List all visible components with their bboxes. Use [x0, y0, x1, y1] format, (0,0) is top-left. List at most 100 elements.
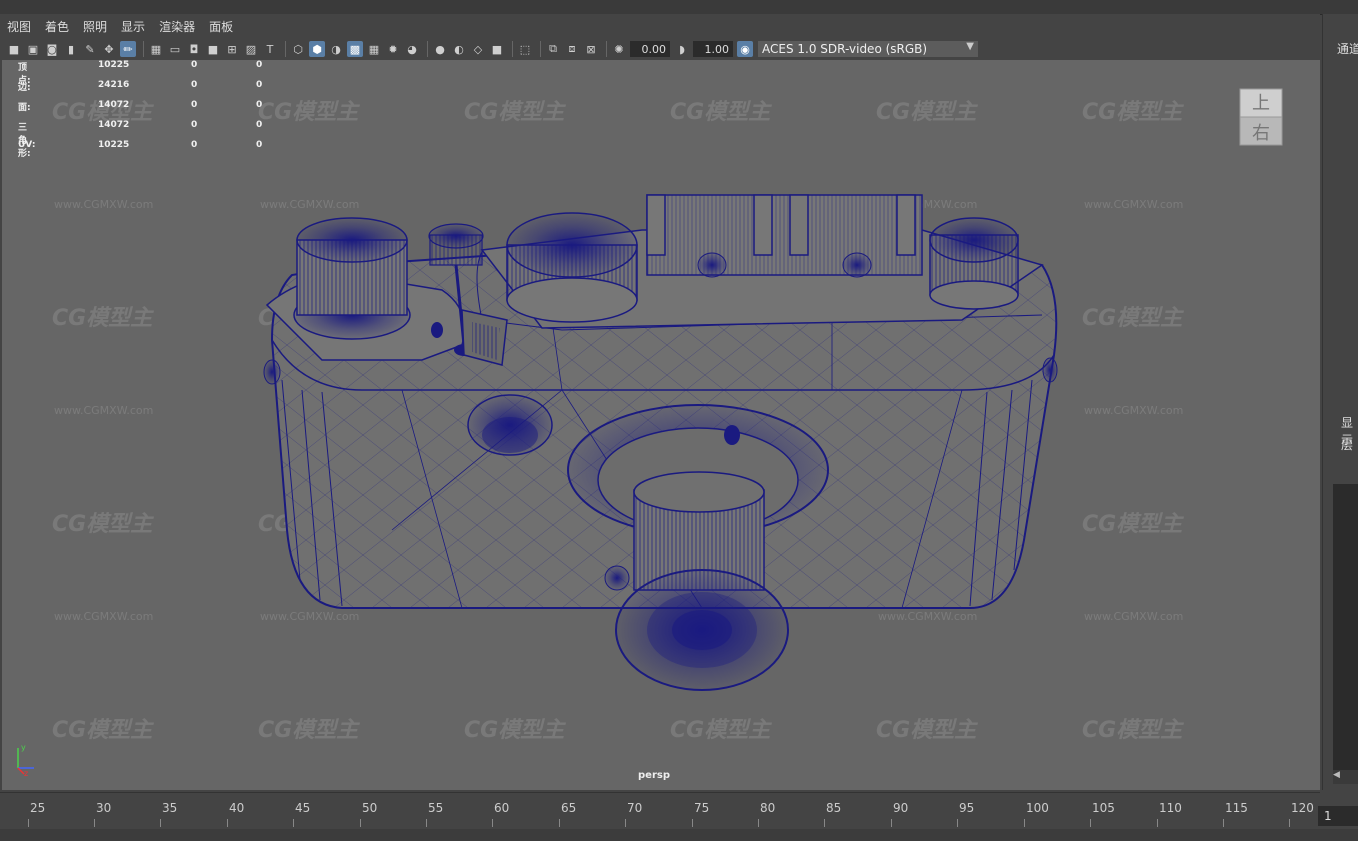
gate-mask-icon[interactable]: ■ [205, 41, 221, 57]
frame-tick [1024, 819, 1025, 827]
menu-shading[interactable]: 着色 [38, 18, 76, 35]
current-frame-field[interactable]: 1 [1318, 806, 1358, 826]
frame-tick-label: 110 [1159, 801, 1182, 815]
xray-joints-icon[interactable]: ⧈ [564, 41, 580, 57]
channel-box-title[interactable]: 通道 [1337, 40, 1358, 57]
bookmark-icon[interactable]: ◙ [44, 41, 60, 57]
panel-scrollbar[interactable]: ◀ [1333, 770, 1358, 784]
frame-tick-label: 40 [229, 801, 245, 815]
view-cube-top-label: 上 [1252, 93, 1270, 114]
frame-tick [1289, 819, 1290, 827]
wireframe-icon[interactable]: ⬡ [290, 41, 306, 57]
safe-action-icon[interactable]: ▨ [243, 41, 259, 57]
center-dial [506, 212, 638, 323]
frame-tick-label: 45 [295, 801, 311, 815]
exposure-icon[interactable]: ✺ [611, 41, 627, 57]
field-chart-icon[interactable]: ⊞ [224, 41, 240, 57]
exposure-field[interactable]: 0.00 [630, 41, 670, 57]
toolbar-divider [606, 41, 607, 57]
svg-text:y: y [21, 743, 26, 752]
frame-tick [293, 819, 294, 827]
gamma-field[interactable]: 1.00 [693, 41, 733, 57]
frame-tick [426, 819, 427, 827]
frame-tick [160, 819, 161, 827]
anti-alias-icon[interactable]: ◇ [470, 41, 486, 57]
frame-tick-label: 65 [561, 801, 577, 815]
frame-tick-label: 95 [959, 801, 975, 815]
xray-components-icon[interactable]: ⊠ [583, 41, 599, 57]
frame-tick [625, 819, 626, 827]
frame-tick-label: 105 [1092, 801, 1115, 815]
color-management-icon[interactable]: ◉ [737, 41, 753, 57]
frame-tick [559, 819, 560, 827]
layer-tab[interactable]: 层 [1341, 436, 1353, 453]
toolbar-divider [512, 41, 513, 57]
film-gate-icon[interactable]: ▭ [167, 41, 183, 57]
right-dial [929, 217, 1019, 310]
menu-lighting[interactable]: 照明 [76, 18, 114, 35]
viewfinder-window [461, 309, 508, 366]
frame-tick-label: 120 [1291, 801, 1314, 815]
resolution-gate-icon[interactable]: ◘ [186, 41, 202, 57]
snap-icon[interactable]: ✎ [82, 41, 98, 57]
frame-tick-label: 25 [30, 801, 46, 815]
viewport-toolbar: ■ ▣ ◙ ▮ ✎ ✥ ✏ ▦ ▭ ◘ ■ ⊞ ▨ T ⬡ ⬢ ◑ ▩ ▦ ✹ … [0, 38, 1320, 60]
textured-icon[interactable]: ▩ [347, 41, 363, 57]
lights-icon[interactable]: ✹ [385, 41, 401, 57]
small-front-dial [467, 394, 553, 456]
3d-viewport[interactable]: CG模型主 CG模型主 CG模型主 CG模型主 CG模型主 CG模型主 www.… [2, 60, 1320, 790]
frame-tick [1090, 819, 1091, 827]
image-plane-icon[interactable]: ▮ [63, 41, 79, 57]
top-strip [0, 0, 1358, 15]
panel-menu-bar: 视图 着色 照明 显示 渲染器 面板 [0, 14, 1320, 38]
wireframe-on-shaded-icon[interactable]: ◑ [328, 41, 344, 57]
frame-tick [360, 819, 361, 827]
gamma-icon[interactable]: ◗ [674, 41, 690, 57]
camera-icon[interactable]: ■ [6, 41, 22, 57]
toolbar-divider [285, 41, 286, 57]
chevron-down-icon: ▼ [966, 41, 974, 52]
frame-tick [28, 819, 29, 827]
motion-blur-icon[interactable]: ◐ [451, 41, 467, 57]
smooth-shade-icon[interactable]: ⬢ [309, 41, 325, 57]
frame-tick [1223, 819, 1224, 827]
frame-tick-label: 90 [893, 801, 909, 815]
shadows-icon[interactable]: ◕ [404, 41, 420, 57]
menu-panels[interactable]: 面板 [202, 18, 240, 35]
menu-view[interactable]: 视图 [0, 18, 38, 35]
time-slider[interactable]: 25 30 35 40 45 50 55 60 65 70 75 80 85 9… [0, 792, 1320, 830]
checker-icon[interactable]: ▦ [366, 41, 382, 57]
frame-tick-label: 35 [162, 801, 178, 815]
frame-tick-label: 75 [694, 801, 710, 815]
menu-show[interactable]: 显示 [114, 18, 152, 35]
menu-renderer[interactable]: 渲染器 [152, 18, 202, 35]
pivot-icon[interactable]: ✥ [101, 41, 117, 57]
frame-tick [891, 819, 892, 827]
frame-tick-label: 70 [627, 801, 643, 815]
frame-tick [1157, 819, 1158, 827]
toolbar-divider [540, 41, 541, 57]
frame-tick [692, 819, 693, 827]
ambient-occlusion-icon[interactable]: ● [432, 41, 448, 57]
frame-tick-label: 80 [760, 801, 776, 815]
colorspace-dropdown[interactable]: ACES 1.0 SDR-video (sRGB) ▼ [758, 41, 978, 57]
camera-wireframe-model[interactable] [2, 60, 1320, 790]
grid-icon[interactable]: ▦ [148, 41, 164, 57]
axis-gizmo: y z [17, 743, 34, 776]
safe-title-icon[interactable]: T [262, 41, 278, 57]
camera-name-label: persp [638, 770, 670, 781]
camera-attr-icon[interactable]: ▣ [25, 41, 41, 57]
frame-tick [758, 819, 759, 827]
depth-of-field-icon[interactable]: ■ [489, 41, 505, 57]
svg-text:z: z [24, 769, 28, 776]
frame-tick-label: 85 [826, 801, 842, 815]
frame-tick [824, 819, 825, 827]
frame-tick [957, 819, 958, 827]
pen-icon[interactable]: ✏ [120, 41, 136, 57]
range-slider[interactable] [0, 829, 1358, 841]
isolate-icon[interactable]: ⬚ [517, 41, 533, 57]
layer-list[interactable] [1333, 484, 1358, 784]
xray-icon[interactable]: ⧉ [545, 41, 561, 57]
view-cube[interactable]: 上 右 [1238, 87, 1284, 147]
frame-tick-label: 100 [1026, 801, 1049, 815]
